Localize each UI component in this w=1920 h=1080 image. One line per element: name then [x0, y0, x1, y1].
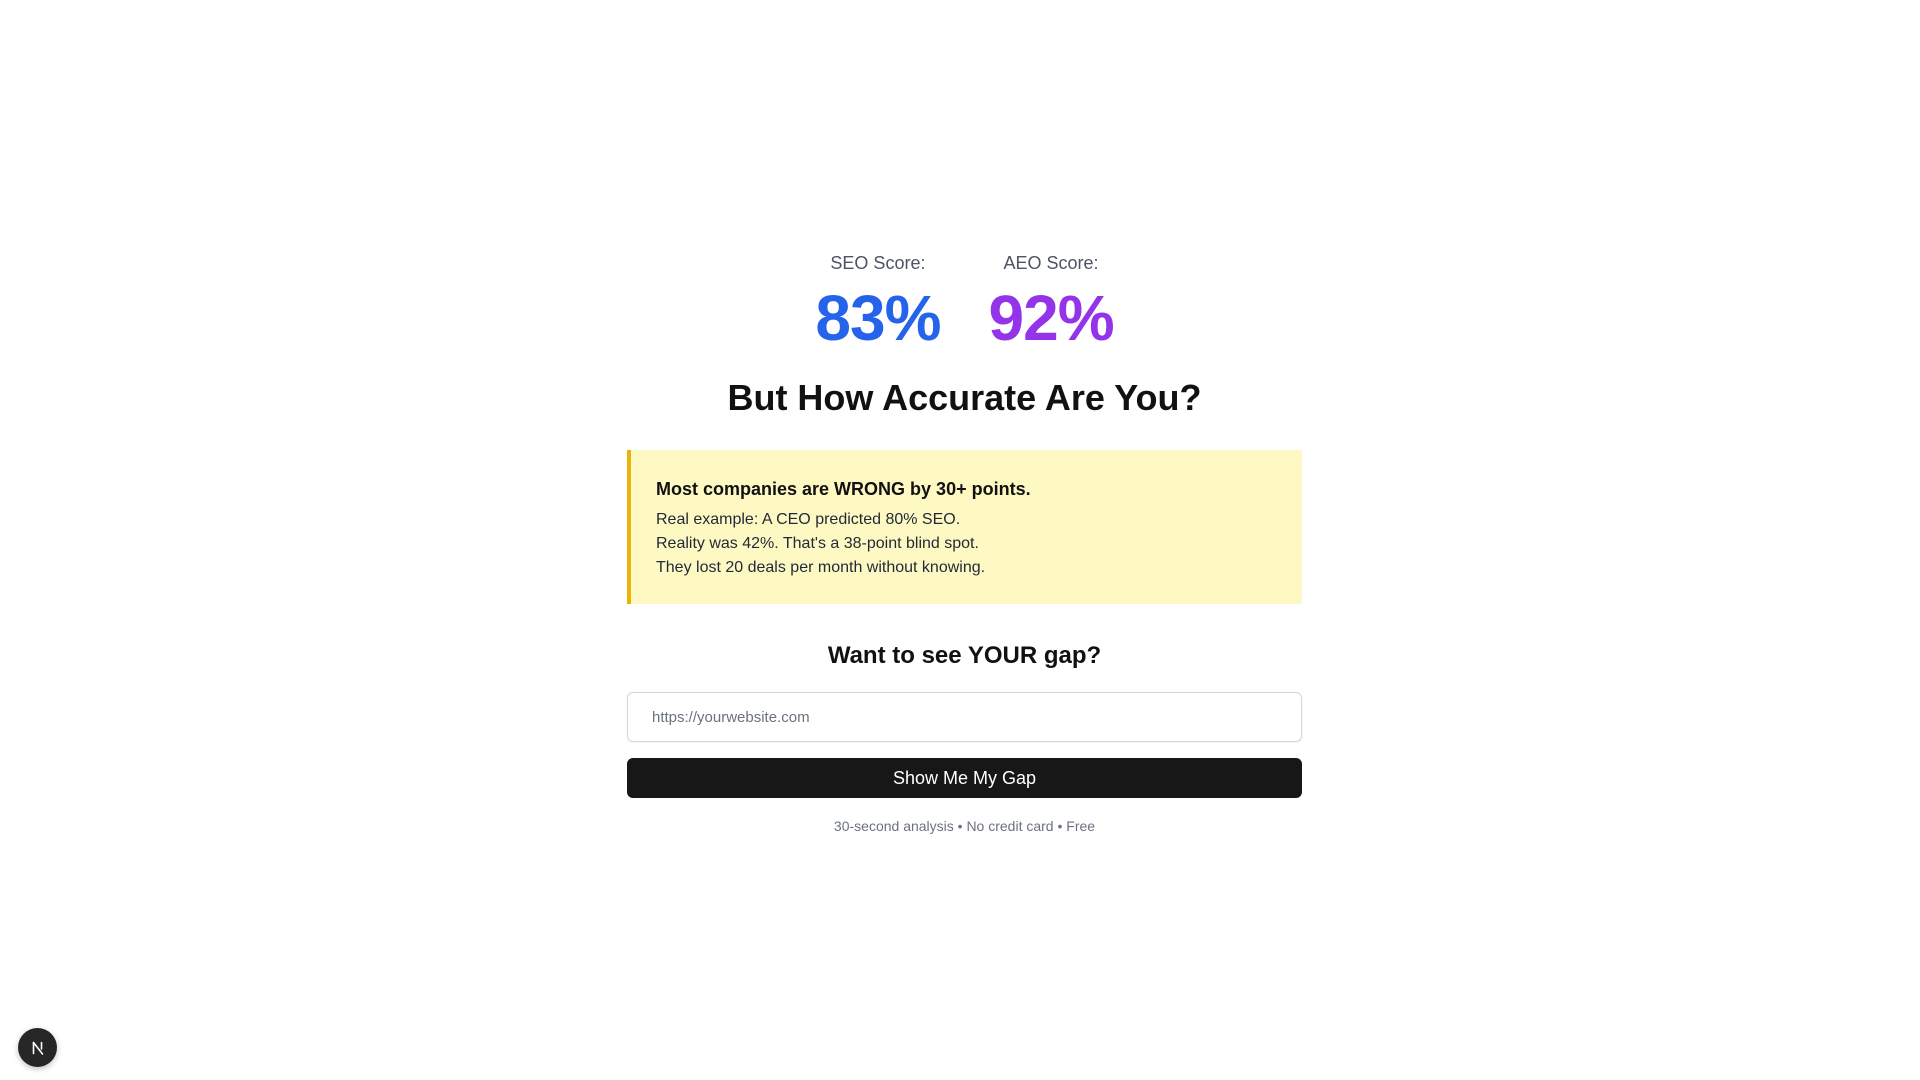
callout-line: Real example: A CEO predicted 80% SEO.	[656, 511, 961, 528]
page-headline: But How Accurate Are You?	[727, 377, 1202, 418]
cta-footnote: 30-second analysis • No credit card • Fr…	[833, 818, 1096, 834]
callout-title: Most companies are WRONG by 30+ points.	[656, 479, 1031, 499]
callout-body: Real example: A CEO predicted 80% SEO. R…	[656, 508, 1274, 580]
page: SEO Score: 83% AEO Score: 92% But How Ac…	[0, 0, 1920, 1080]
seo-score-label: SEO Score:	[830, 253, 926, 273]
nextjs-logo-icon	[32, 1041, 43, 1055]
main-content: SEO Score: 83% AEO Score: 92% But How Ac…	[627, 250, 1302, 836]
score-summary: SEO Score: 83% AEO Score: 92%	[815, 250, 1115, 354]
show-gap-button[interactable]: Show Me My Gap	[627, 758, 1302, 798]
aeo-score-value: 92%	[988, 282, 1115, 354]
seo-score: SEO Score: 83%	[815, 250, 941, 354]
website-url-input[interactable]	[627, 692, 1302, 742]
seo-score-value: 83%	[815, 282, 941, 354]
nextjs-dev-badge[interactable]	[18, 1028, 57, 1067]
callout-line: They lost 20 deals per month without kno…	[656, 559, 986, 576]
warning-callout: Most companies are WRONG by 30+ points. …	[627, 450, 1302, 604]
aeo-score: AEO Score: 92%	[988, 250, 1115, 354]
cta-heading: Want to see YOUR gap?	[827, 642, 1102, 669]
aeo-score-label: AEO Score:	[1003, 253, 1099, 273]
callout-line: Reality was 42%. That's a 38-point blind…	[656, 535, 979, 552]
